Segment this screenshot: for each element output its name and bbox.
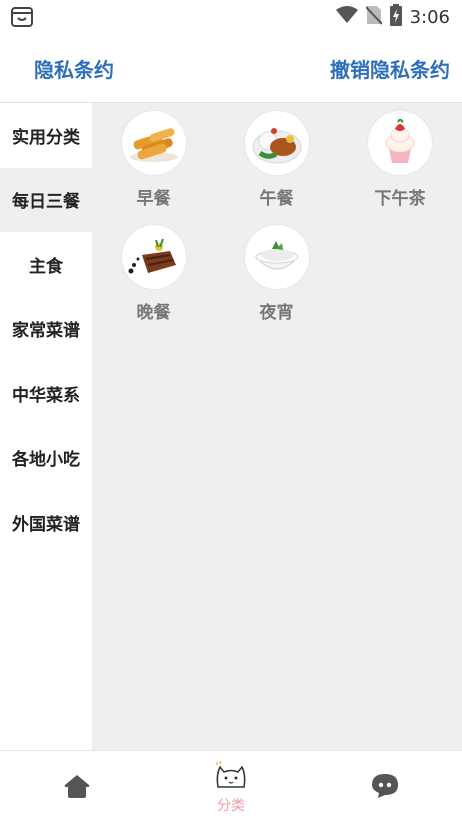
tab-label: 分类 (217, 797, 245, 814)
notification-icon (10, 6, 34, 28)
wifi-icon (335, 6, 358, 28)
sidebar-item-label: 中华菜系 (12, 385, 80, 406)
meal-grid: 早餐 午餐 下午茶 晚餐 夜宵 (92, 111, 462, 323)
chat-icon (371, 773, 399, 803)
cupcake-icon (368, 111, 432, 175)
home-icon (64, 774, 90, 802)
sidebar-item-label: 实用分类 (12, 127, 80, 148)
sidebar-item-label: 主食 (29, 256, 63, 277)
tab-categories[interactable]: 分类 (154, 751, 308, 824)
tab-home[interactable] (0, 751, 154, 824)
cat-icon (214, 760, 248, 793)
sidebar-item-chinese-cuisines[interactable]: 中华菜系 (0, 361, 92, 426)
meal-label: 夜宵 (259, 303, 294, 323)
sidebar-item-daily-meals[interactable]: 每日三餐 (0, 167, 92, 232)
sidebar-item-label: 外国菜谱 (12, 514, 80, 535)
revoke-privacy-policy-link[interactable]: 撤销隐私条约 (330, 54, 450, 83)
meal-item-late-night-snack[interactable]: 夜宵 (215, 225, 338, 323)
spring-rolls-icon (121, 111, 186, 175)
sidebar-item-practical-categories[interactable]: 实用分类 (0, 103, 92, 168)
bottom-tab-bar: 分类 (0, 750, 462, 824)
meal-content-panel: 早餐 午餐 下午茶 晚餐 夜宵 (92, 103, 462, 750)
sidebar-item-foreign-recipes[interactable]: 外国菜谱 (0, 490, 92, 555)
sidebar-item-label: 家常菜谱 (12, 321, 80, 342)
sidebar-item-local-snacks[interactable]: 各地小吃 (0, 426, 92, 491)
status-time: 3:06 (409, 6, 450, 28)
rice-plate-icon (244, 111, 309, 175)
battery-charging-icon (389, 4, 402, 30)
meal-item-lunch[interactable]: 午餐 (215, 111, 338, 209)
rice-bowl-icon (244, 225, 309, 289)
sidebar-item-label: 每日三餐 (12, 192, 80, 213)
no-sim-icon (364, 5, 383, 29)
privacy-policy-link[interactable]: 隐私条约 (34, 54, 114, 83)
steak-icon (121, 225, 186, 289)
meal-label: 晚餐 (136, 303, 171, 323)
meal-item-breakfast[interactable]: 早餐 (92, 111, 215, 209)
meal-label: 下午茶 (374, 189, 426, 209)
meal-label: 午餐 (259, 189, 294, 209)
sidebar-item-staple-food[interactable]: 主食 (0, 232, 92, 297)
category-sidebar: 实用分类 每日三餐 主食 家常菜谱 中华菜系 各地小吃 外国菜谱 (0, 103, 92, 750)
meal-label: 早餐 (136, 189, 171, 209)
meal-item-dinner[interactable]: 晚餐 (92, 225, 215, 323)
meal-item-afternoon-tea[interactable]: 下午茶 (338, 111, 462, 209)
tab-messages[interactable] (308, 751, 462, 824)
sidebar-item-home-recipes[interactable]: 家常菜谱 (0, 297, 92, 362)
status-bar: 3:06 (0, 0, 462, 34)
header: 隐私条约 撤销隐私条约 (0, 34, 462, 103)
sidebar-item-label: 各地小吃 (12, 450, 80, 471)
